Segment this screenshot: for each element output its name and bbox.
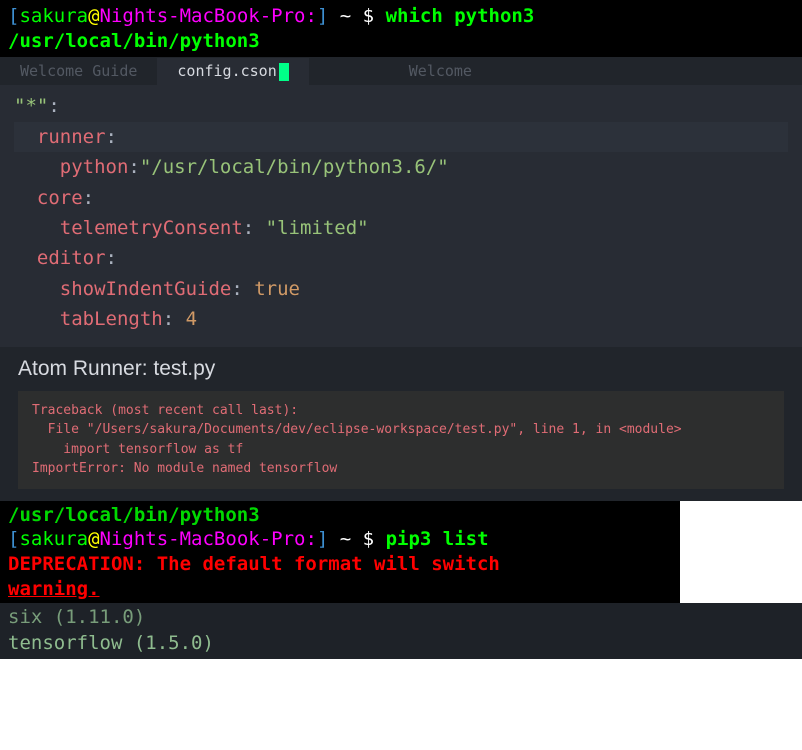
terminal-command: which python3 <box>386 5 535 27</box>
code-editor[interactable]: "*": runner: python:"/usr/local/bin/pyth… <box>0 85 802 346</box>
tab-bar: Welcome Guide config.cson Welcome <box>0 57 802 85</box>
terminal-top: [sakura@Nights-MacBook-Pro:] ~ $ which p… <box>0 0 802 57</box>
prompt-lbracket: [ <box>8 5 19 27</box>
terminal-command: pip3 list <box>386 528 489 550</box>
code-line: "*": <box>14 91 788 121</box>
prompt-rbracket: ] <box>317 528 328 550</box>
runner-output[interactable]: Traceback (most recent call last): File … <box>18 391 784 489</box>
deprecation-line-1: DEPRECATION: The default format will swi… <box>8 552 672 577</box>
deprecation-line-2: warning. <box>8 577 672 602</box>
terminal-bottom: /usr/local/bin/python3 [sakura@Nights-Ma… <box>0 501 680 604</box>
terminal-prev-output: /usr/local/bin/python3 <box>8 503 672 528</box>
cursor-icon <box>279 63 289 81</box>
tab-welcome-guide[interactable]: Welcome Guide <box>0 58 157 84</box>
runner-title: Atom Runner: test.py <box>14 349 788 391</box>
terminal-prompt-line[interactable]: [sakura@Nights-MacBook-Pro:] ~ $ pip3 li… <box>8 527 672 552</box>
terminal-prompt-line[interactable]: [sakura@Nights-MacBook-Pro:] ~ $ which p… <box>8 4 794 29</box>
prompt-user: sakura <box>19 5 88 27</box>
code-line: telemetryConsent: "limited" <box>14 213 788 243</box>
code-line: runner: <box>14 122 788 152</box>
terminal-output: /usr/local/bin/python3 <box>8 29 794 54</box>
editor-area: Welcome Guide config.cson Welcome "*": r… <box>0 57 802 500</box>
pip-package: tensorflow (1.5.0) <box>8 631 794 657</box>
code-line: python:"/usr/local/bin/python3.6/" <box>14 152 788 182</box>
code-line: tabLength: 4 <box>14 304 788 334</box>
prompt-at: @ <box>88 528 99 550</box>
atom-runner-panel: Atom Runner: test.py Traceback (most rec… <box>0 347 802 501</box>
prompt-dollar: $ <box>351 528 385 550</box>
prompt-cwd: ~ <box>328 528 351 550</box>
tab-config-cson[interactable]: config.cson <box>157 58 308 85</box>
prompt-rbracket: ] <box>317 5 328 27</box>
prompt-host: Nights-MacBook-Pro: <box>100 528 317 550</box>
prompt-at: @ <box>88 5 99 27</box>
prompt-cwd: ~ <box>328 5 351 27</box>
prompt-dollar: $ <box>351 5 385 27</box>
code-line: editor: <box>14 243 788 273</box>
prompt-lbracket: [ <box>8 528 19 550</box>
prompt-host: Nights-MacBook-Pro: <box>100 5 317 27</box>
code-line: showIndentGuide: true <box>14 274 788 304</box>
pip-list-output: six (1.11.0) tensorflow (1.5.0) <box>0 603 802 658</box>
prompt-user: sakura <box>19 528 88 550</box>
code-line: core: <box>14 183 788 213</box>
tab-welcome[interactable]: Welcome <box>309 58 492 84</box>
pip-package: six (1.11.0) <box>8 605 794 631</box>
tab-label: config.cson <box>177 62 276 80</box>
